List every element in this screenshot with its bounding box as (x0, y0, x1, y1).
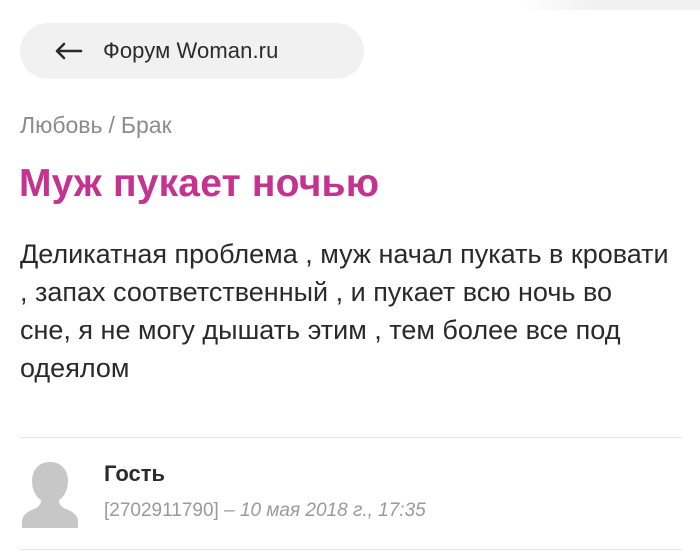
divider (20, 437, 682, 438)
post-body: Деликатная проблема , муж начал пукать в… (20, 239, 669, 383)
dash-separator: – (224, 500, 235, 521)
post-author[interactable]: Гость (104, 461, 165, 487)
post-date: 10 мая 2018 г., 17:35 (239, 500, 426, 521)
arrow-left-icon (53, 41, 83, 61)
top-shade (520, 0, 700, 10)
breadcrumb-separator: / (108, 112, 115, 138)
page: Форум Woman.ru Любовь / Брак Муж пукает но… (0, 0, 700, 554)
back-to-forum-button[interactable]: Форум Woman.ru (20, 23, 364, 79)
breadcrumb-subcategory-link[interactable]: Брак (121, 112, 172, 138)
post-meta: [2702911790] – 10 мая 2018 г., 17:35 (104, 500, 426, 522)
back-button-label: Форум Woman.ru (103, 38, 279, 63)
page-title: Муж пукает ночью (19, 162, 380, 205)
guest-avatar-icon (20, 456, 80, 528)
breadcrumb-category-link[interactable]: Любовь (20, 112, 103, 138)
user-id: [2702911790] (104, 500, 219, 521)
divider (20, 549, 682, 550)
breadcrumb: Любовь / Брак (20, 112, 172, 139)
